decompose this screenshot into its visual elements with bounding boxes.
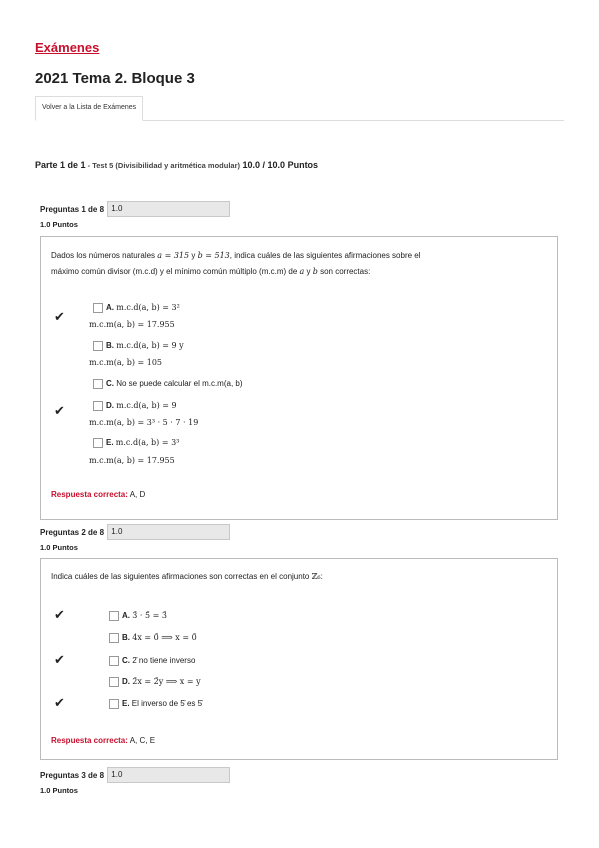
question-2-card: Indica cuáles de las siguientes afirmaci… bbox=[40, 558, 558, 760]
option-letter: C. bbox=[106, 379, 114, 388]
question-1-card: Dados los números naturales a = 315 y b … bbox=[40, 236, 558, 520]
checkbox[interactable] bbox=[93, 378, 103, 389]
q2-option-a[interactable]: A. 3̄ · 5̄ = 3̄ bbox=[109, 609, 167, 622]
q1-option-c[interactable]: C. No se puede calcular el m.c.m(a, b) bbox=[93, 377, 243, 390]
correct-answer-value: A, C, E bbox=[127, 736, 156, 745]
q1-option-d[interactable]: D. m.c.d(a, b) = 9 bbox=[93, 399, 177, 412]
checkbox[interactable] bbox=[93, 340, 103, 351]
check-icon: ✔ bbox=[54, 652, 65, 667]
question-3-score-field[interactable]: 1.0 bbox=[107, 767, 231, 783]
q1-prompt-d: máximo común divisor (m.c.d) y el mínimo… bbox=[51, 267, 300, 276]
option-letter: E. bbox=[106, 438, 114, 447]
checkbox[interactable] bbox=[109, 698, 119, 709]
part-header: Parte 1 de 1 - Test 5 (Divisibilidad y a… bbox=[35, 160, 318, 170]
tab-bar: Volver a la Lista de Exámenes bbox=[35, 96, 564, 121]
checkbox[interactable] bbox=[93, 400, 103, 411]
option-letter: A. bbox=[106, 303, 114, 312]
q2-option-d[interactable]: D. 2̄x = 2̄y ⟹ x = y bbox=[109, 675, 201, 688]
option-text-line2: m.c.m(a, b) = 3³ · 5 · 7 · 19 bbox=[89, 418, 199, 427]
option-text: 4x = 0̄ ⟹ x = 0̄ bbox=[132, 633, 197, 642]
q1-option-e-line2: m.c.m(a, b) = 17.955 bbox=[89, 456, 175, 465]
option-letter: D. bbox=[106, 401, 114, 410]
q1-option-e[interactable]: E. m.c.d(a, b) = 3³ bbox=[93, 436, 179, 449]
q1-math-b: b = 513 bbox=[197, 251, 230, 260]
question-3-points: 1.0 Puntos bbox=[40, 786, 78, 795]
option-letter: B. bbox=[122, 633, 130, 642]
checkbox[interactable] bbox=[93, 302, 103, 313]
q1-option-b[interactable]: B. m.c.d(a, b) = 9 y bbox=[93, 339, 184, 352]
question-2-prompt: Indica cuáles de las siguientes afirmaci… bbox=[51, 569, 541, 585]
q2-option-b[interactable]: B. 4x = 0̄ ⟹ x = 0̄ bbox=[109, 631, 197, 644]
question-3-label: Preguntas 3 de 8 bbox=[40, 770, 105, 780]
check-icon: ✔ bbox=[54, 403, 65, 418]
q2-option-c[interactable]: C. 2̄ no tiene inverso bbox=[109, 654, 195, 667]
option-text: No se puede calcular el m.c.m(a, b) bbox=[116, 379, 243, 388]
check-icon: ✔ bbox=[54, 695, 65, 710]
question-2-points: 1.0 Puntos bbox=[40, 543, 78, 552]
option-text: 2̄ no tiene inverso bbox=[132, 656, 196, 665]
question-2-label: Preguntas 2 de 8 bbox=[40, 527, 105, 537]
check-icon: ✔ bbox=[54, 607, 65, 622]
question-1-header: Preguntas 1 de 8 1.0 bbox=[40, 201, 231, 217]
q2-prompt-end: : bbox=[320, 572, 323, 581]
option-letter: E. bbox=[122, 699, 130, 708]
checkbox[interactable] bbox=[93, 437, 103, 448]
checkbox[interactable] bbox=[109, 610, 119, 621]
question-1-prompt: Dados los números naturales a = 315 y b … bbox=[51, 248, 541, 280]
part-score: 10.0 / 10.0 Puntos bbox=[240, 160, 319, 170]
question-1-score-field[interactable]: 1.0 bbox=[107, 201, 231, 217]
part-subtitle: Test 5 (Divisibilidad y aritmética modul… bbox=[92, 161, 241, 170]
correct-answer-label: Respuesta correcta: bbox=[51, 736, 128, 745]
q1-prompt-a: Dados los números naturales bbox=[51, 251, 158, 260]
option-text: m.c.d(a, b) = 9 bbox=[116, 401, 177, 410]
q1-prompt-b: y bbox=[189, 251, 198, 260]
option-letter: C. bbox=[122, 656, 130, 665]
question-3-header: Preguntas 3 de 8 1.0 bbox=[40, 767, 231, 783]
option-text: 2̄x = 2̄y ⟹ x = y bbox=[132, 677, 201, 686]
option-text: m.c.d(a, b) = 3³ bbox=[115, 438, 180, 447]
q1-prompt-c: , indica cuáles de las siguientes afirma… bbox=[229, 251, 421, 260]
option-text: El inverso de 5̄ es 5̄ bbox=[131, 699, 203, 708]
checkbox[interactable] bbox=[109, 676, 119, 687]
option-letter: B. bbox=[106, 341, 114, 350]
question-2-score-field[interactable]: 1.0 bbox=[107, 524, 231, 540]
question-1-label: Preguntas 1 de 8 bbox=[40, 204, 105, 214]
exam-title: 2021 Tema 2. Bloque 3 bbox=[35, 70, 195, 87]
option-text: m.c.d(a, b) = 9 y bbox=[116, 341, 184, 350]
option-text: m.c.d(a, b) = 3² bbox=[116, 303, 180, 312]
q1-prompt-e: y bbox=[304, 267, 313, 276]
q2-prompt: Indica cuáles de las siguientes afirmaci… bbox=[51, 572, 312, 581]
option-text-line2: m.c.m(a, b) = 17.955 bbox=[89, 320, 175, 329]
check-icon: ✔ bbox=[54, 309, 65, 324]
q1-prompt-f: son correctas: bbox=[317, 267, 371, 276]
option-letter: D. bbox=[122, 677, 130, 686]
q1-option-b-line2: m.c.m(a, b) = 105 bbox=[89, 358, 162, 367]
correct-answer-label: Respuesta correcta: bbox=[51, 490, 128, 499]
q1-correct-answer: Respuesta correcta: A, D bbox=[51, 490, 145, 499]
option-text: 3̄ · 5̄ = 3̄ bbox=[132, 611, 167, 620]
back-to-exam-list-tab[interactable]: Volver a la Lista de Exámenes bbox=[35, 96, 144, 121]
q1-option-a-line2: m.c.m(a, b) = 17.955 bbox=[89, 320, 175, 329]
part-label: Parte 1 de 1 bbox=[35, 160, 86, 170]
question-1-points: 1.0 Puntos bbox=[40, 220, 78, 229]
option-text-line2: m.c.m(a, b) = 17.955 bbox=[89, 456, 175, 465]
q2-option-e[interactable]: E. El inverso de 5̄ es 5̄ bbox=[109, 697, 202, 710]
q1-option-a[interactable]: A. m.c.d(a, b) = 3² bbox=[93, 301, 180, 314]
option-letter: A. bbox=[122, 611, 130, 620]
q2-set: ℤ₆ bbox=[311, 572, 321, 581]
option-text-line2: m.c.m(a, b) = 105 bbox=[89, 358, 163, 367]
q1-option-d-line2: m.c.m(a, b) = 3³ · 5 · 7 · 19 bbox=[89, 418, 198, 427]
breadcrumb-examenes-link[interactable]: Exámenes bbox=[35, 40, 99, 55]
checkbox[interactable] bbox=[109, 632, 119, 643]
q1-math-a: a = 315 bbox=[157, 251, 190, 260]
question-2-header: Preguntas 2 de 8 1.0 bbox=[40, 524, 231, 540]
correct-answer-value: A, D bbox=[127, 490, 146, 499]
checkbox[interactable] bbox=[109, 655, 119, 666]
q2-correct-answer: Respuesta correcta: A, C, E bbox=[51, 736, 155, 745]
